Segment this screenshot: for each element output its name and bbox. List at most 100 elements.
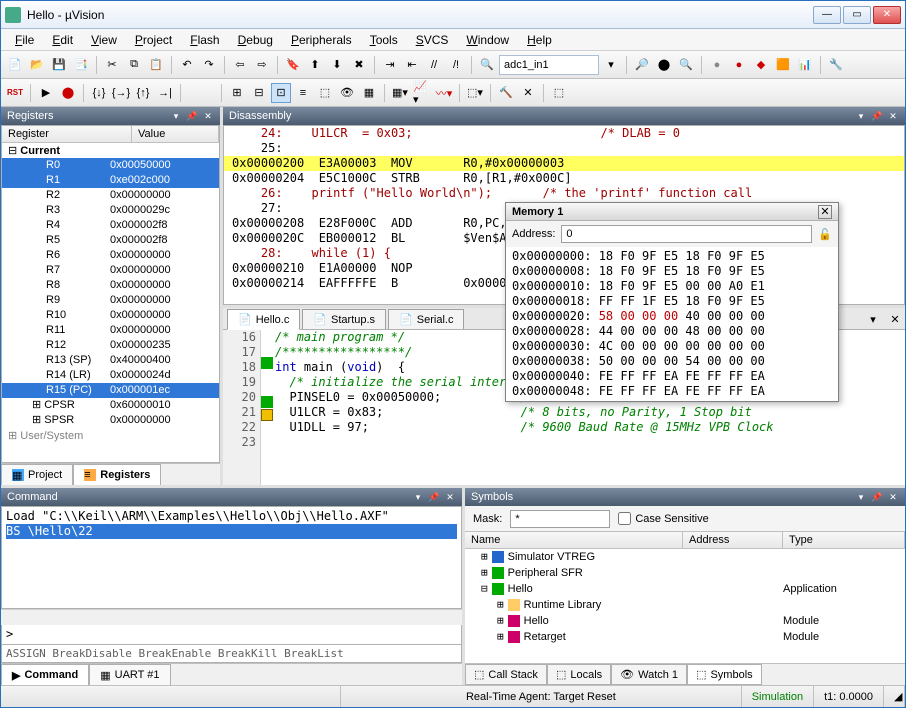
bookmark-prev-icon[interactable]: ⬆ [305, 55, 325, 75]
save-all-icon[interactable]: 📑 [71, 55, 91, 75]
panel-pin-icon[interactable]: 📌 [186, 110, 198, 122]
register-row[interactable]: R80x00000000 [2, 278, 219, 293]
close-button[interactable]: ✕ [873, 6, 901, 24]
register-group-user[interactable]: ⊞ User/System [2, 428, 219, 443]
register-row[interactable]: R14 (LR)0x0000024d [2, 368, 219, 383]
tab-symbols[interactable]: ⬚ Symbols [687, 664, 762, 685]
tab-callstack[interactable]: ⬚ Call Stack [465, 664, 547, 685]
register-row[interactable]: R50x000002f8 [2, 233, 219, 248]
find-combo[interactable]: adc1_in1 [499, 55, 599, 75]
run-to-cursor-icon[interactable]: →| [155, 83, 175, 103]
register-row[interactable]: R20x00000000 [2, 188, 219, 203]
memory-row[interactable]: 0x00000038: 50 00 00 00 54 00 00 00 [512, 354, 832, 369]
analyzer-icon[interactable]: 📈▾ [412, 83, 432, 103]
register-row[interactable]: R00x00050000 [2, 158, 219, 173]
value-col[interactable]: Value [132, 126, 219, 142]
memory-window[interactable]: Memory 1 ✕ Address: 🔓 0x00000000: 18 F0 … [505, 202, 839, 402]
nav-fwd-icon[interactable]: ⇨ [252, 55, 272, 75]
editor-close-icon[interactable]: ✕ [885, 309, 905, 329]
memory-row[interactable]: 0x00000008: 18 F0 9F E5 18 F0 9F E5 [512, 264, 832, 279]
panel-close-icon[interactable]: ✕ [887, 491, 899, 503]
target-options-icon[interactable]: 🔍 [676, 55, 696, 75]
memory-row[interactable]: 0x00000028: 44 00 00 00 48 00 00 00 [512, 324, 832, 339]
address-input[interactable] [561, 225, 812, 243]
disasm-line[interactable]: 0x00000204 E5C1000C STRB R0,[R1,#0x000C] [224, 171, 904, 186]
outdent-icon[interactable]: ⇤ [402, 55, 422, 75]
misc3-icon[interactable]: 📊 [795, 55, 815, 75]
tab-watch1[interactable]: 👁 Watch 1 [611, 664, 687, 685]
step-out-icon[interactable]: {↑} [133, 83, 153, 103]
register-row[interactable]: R40x000002f8 [2, 218, 219, 233]
window-cmd-icon[interactable]: ⊞ [227, 83, 247, 103]
register-row[interactable]: R90x00000000 [2, 293, 219, 308]
debug-icon[interactable]: 🔎 [632, 55, 652, 75]
memory-row[interactable]: 0x00000018: FF FF 1F E5 18 F0 9F E5 [512, 294, 832, 309]
step-over-icon[interactable]: {→} [111, 83, 131, 103]
window-watch-icon[interactable]: 👁 [337, 83, 357, 103]
memory-close-icon[interactable]: ✕ [818, 205, 832, 219]
reset-icon[interactable]: RST [5, 83, 25, 103]
register-col[interactable]: Register [2, 126, 132, 142]
stop-icon[interactable]: ⬤ [58, 83, 78, 103]
tab-startup-s[interactable]: 📄 Startup.s [302, 309, 386, 329]
command-output[interactable]: Load "C:\\Keil\\ARM\\Examples\\Hello\\Ob… [1, 506, 462, 609]
window-registers-icon[interactable]: ≡ [293, 83, 313, 103]
register-row[interactable]: ⊞ SPSR0x00000000 [2, 413, 219, 428]
window-symbols-icon[interactable]: ⊡ [271, 83, 291, 103]
menu-tools[interactable]: Tools [362, 31, 406, 49]
find-combo-drop-icon[interactable]: ▾ [601, 55, 621, 75]
tab-serial-c[interactable]: 📄 Serial.c [388, 309, 464, 329]
menu-svcs[interactable]: SVCS [408, 31, 457, 49]
symbol-row[interactable]: ⊞HelloModule [465, 613, 905, 629]
symbol-row[interactable]: ⊞RetargetModule [465, 629, 905, 645]
tab-locals[interactable]: ⬚ Locals [547, 664, 611, 685]
misc2-icon[interactable]: 🟧 [773, 55, 793, 75]
comment-icon[interactable]: // [424, 55, 444, 75]
command-prompt[interactable]: > [1, 625, 462, 645]
run-icon[interactable]: ▶ [36, 83, 56, 103]
menu-debug[interactable]: Debug [230, 31, 281, 49]
menu-file[interactable]: File [7, 31, 42, 49]
menu-view[interactable]: View [83, 31, 125, 49]
panel-close-icon[interactable]: ✕ [887, 110, 899, 122]
register-row[interactable]: R60x00000000 [2, 248, 219, 263]
cut-icon[interactable]: ✂ [102, 55, 122, 75]
mask-input[interactable] [510, 510, 610, 528]
case-sensitive-checkbox[interactable]: Case Sensitive [618, 512, 708, 525]
serial-icon[interactable]: ▦▾ [390, 83, 410, 103]
memory-row[interactable]: 0x00000010: 18 F0 9F E5 00 00 A0 E1 [512, 279, 832, 294]
uncomment-icon[interactable]: /! [446, 55, 466, 75]
disasm-line[interactable]: 0x00000200 E3A00003 MOV R0,#0x00000003 [224, 156, 904, 171]
menu-help[interactable]: Help [519, 31, 560, 49]
register-row[interactable]: R120x00000235 [2, 338, 219, 353]
bookmark-clear-icon[interactable]: ✖ [349, 55, 369, 75]
find-icon[interactable]: 🔍 [477, 55, 497, 75]
menu-flash[interactable]: Flash [182, 31, 227, 49]
col-type[interactable]: Type [783, 532, 905, 548]
register-group-current[interactable]: ⊟ Current [2, 143, 219, 158]
lock-icon[interactable]: 🔓 [818, 228, 832, 241]
memory-header[interactable]: Memory 1 ✕ [506, 203, 838, 221]
trace-icon[interactable]: 〰▾ [434, 83, 454, 103]
bookmark-next-icon[interactable]: ⬇ [327, 55, 347, 75]
symbol-row[interactable]: ⊞Simulator VTREG [465, 549, 905, 565]
tab-hello-c[interactable]: 📄 Hello.c [227, 309, 300, 330]
panel-dropdown-icon[interactable]: ▾ [855, 491, 867, 503]
redo-icon[interactable]: ↷ [199, 55, 219, 75]
menu-edit[interactable]: Edit [44, 31, 81, 49]
tab-command[interactable]: ▶ Command [1, 664, 89, 685]
register-row[interactable]: R30x0000029c [2, 203, 219, 218]
record-icon[interactable]: ● [707, 55, 727, 75]
panel-pin-icon[interactable]: 📌 [871, 491, 883, 503]
disasm-line[interactable]: 24: U1LCR = 0x03; /* DLAB = 0 [224, 126, 904, 141]
indent-icon[interactable]: ⇥ [380, 55, 400, 75]
system-viewer-icon[interactable]: ⬚▾ [465, 83, 485, 103]
new-file-icon[interactable]: 📄 [5, 55, 25, 75]
memory-row[interactable]: 0x00000020: 58 00 00 00 40 00 00 00 [512, 309, 832, 324]
config-icon[interactable]: 🔧 [826, 55, 846, 75]
open-file-icon[interactable]: 📂 [27, 55, 47, 75]
menu-project[interactable]: Project [127, 31, 180, 49]
register-row[interactable]: ⊞ CPSR0x60000010 [2, 398, 219, 413]
editor-dropdown-icon[interactable]: ▾ [863, 309, 883, 329]
register-row[interactable]: R110x00000000 [2, 323, 219, 338]
